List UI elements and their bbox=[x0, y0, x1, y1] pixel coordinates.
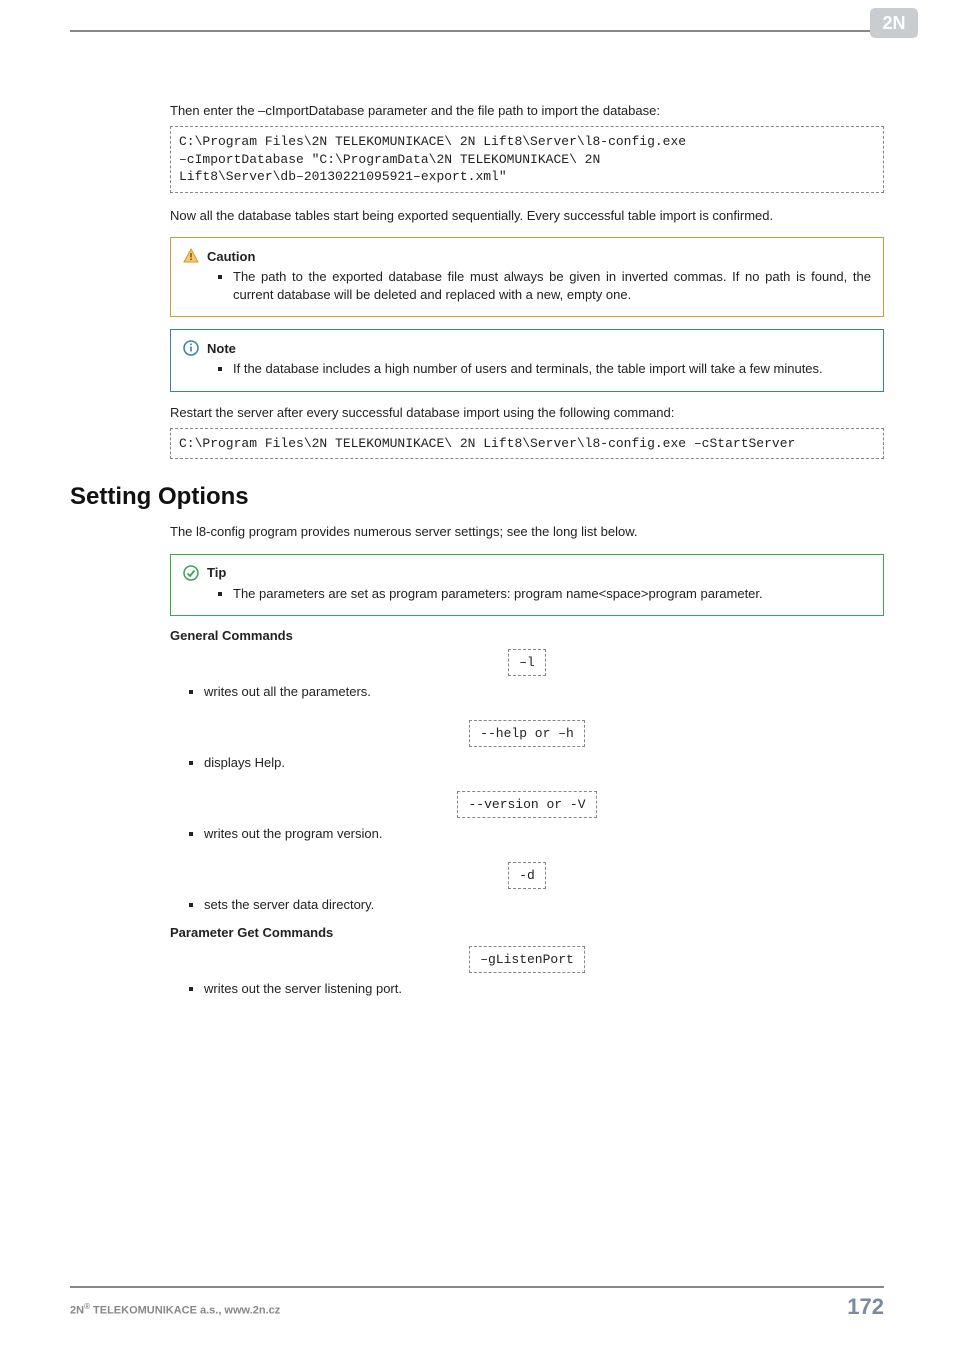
note-title: Note bbox=[207, 341, 236, 356]
code-import-db: C:\Program Files\2N TELEKOMUNIKACE\ 2N L… bbox=[170, 126, 884, 193]
brand-logo: 2N bbox=[870, 8, 918, 41]
svg-text:2N: 2N bbox=[882, 13, 905, 33]
cmd-d: -d bbox=[508, 862, 546, 890]
intro-paragraph-2: Now all the database tables start being … bbox=[170, 207, 884, 225]
check-icon bbox=[183, 565, 199, 581]
parameter-get-heading: Parameter Get Commands bbox=[170, 925, 884, 940]
page-number: 172 bbox=[847, 1294, 884, 1320]
caution-text: The path to the exported database file m… bbox=[233, 268, 871, 304]
tip-title: Tip bbox=[207, 565, 226, 580]
desc-version: writes out the program version. bbox=[204, 824, 884, 844]
cmd-version: --version or -V bbox=[457, 791, 596, 819]
caution-callout: Caution The path to the exported databas… bbox=[170, 237, 884, 317]
note-text: If the database includes a high number o… bbox=[233, 360, 871, 378]
general-commands-heading: General Commands bbox=[170, 628, 884, 643]
warning-icon bbox=[183, 248, 199, 264]
footer-company: 2N® TELEKOMUNIKACE a.s., www.2n.cz bbox=[70, 1302, 280, 1317]
cmd-l: –l bbox=[508, 649, 546, 677]
restart-paragraph: Restart the server after every successfu… bbox=[170, 404, 884, 422]
desc-glistenport: writes out the server listening port. bbox=[204, 979, 884, 999]
caution-title: Caution bbox=[207, 249, 255, 264]
desc-l: writes out all the parameters. bbox=[204, 682, 884, 702]
heading-setting-options: Setting Options bbox=[70, 483, 884, 511]
desc-help: displays Help. bbox=[204, 753, 884, 773]
code-start-server: C:\Program Files\2N TELEKOMUNIKACE\ 2N L… bbox=[170, 428, 884, 460]
page-footer: 2N® TELEKOMUNIKACE a.s., www.2n.cz 172 bbox=[70, 1286, 884, 1320]
tip-text: The parameters are set as program parame… bbox=[233, 585, 871, 603]
desc-d: sets the server data directory. bbox=[204, 895, 884, 915]
tip-callout: Tip The parameters are set as program pa… bbox=[170, 554, 884, 616]
intro-paragraph-3: The l8-config program provides numerous … bbox=[170, 523, 884, 541]
info-icon bbox=[183, 340, 199, 356]
cmd-glistenport: –gListenPort bbox=[469, 946, 585, 974]
top-divider bbox=[70, 30, 884, 32]
cmd-help: --help or –h bbox=[469, 720, 585, 748]
note-callout: Note If the database includes a high num… bbox=[170, 329, 884, 391]
intro-paragraph-1: Then enter the –cImportDatabase paramete… bbox=[170, 102, 884, 120]
